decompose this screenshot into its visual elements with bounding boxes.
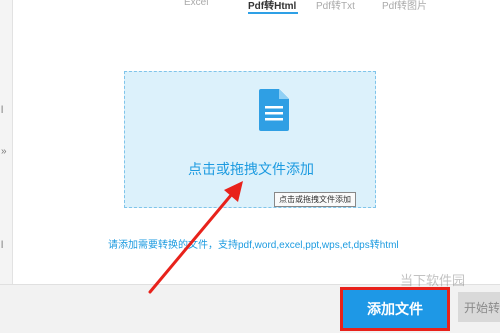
annotation-arrow (148, 181, 243, 294)
